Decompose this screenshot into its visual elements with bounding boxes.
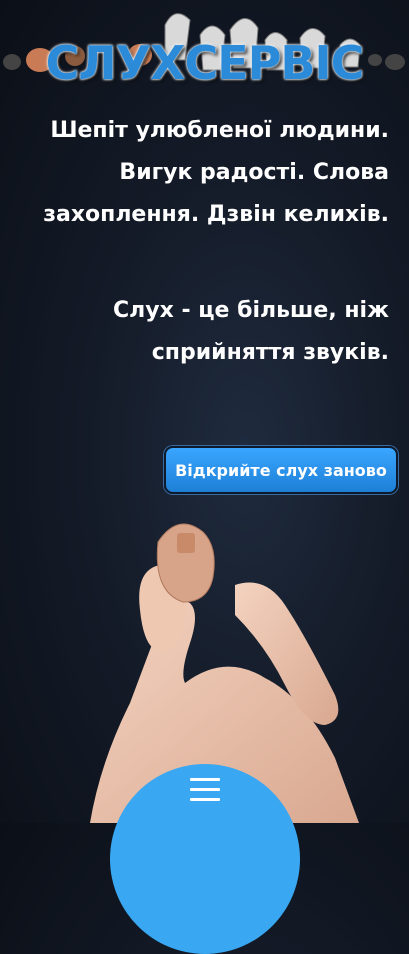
intro-line: Шепіт улюбленої людини. <box>50 118 389 143</box>
intro-text-secondary: Слух - це більше, ніж сприйняття звуків. <box>29 290 389 374</box>
intro-text: Шепіт улюбленої людини. Вигук радості. С… <box>29 110 389 236</box>
intro-line: сприйняття звуків. <box>151 340 389 365</box>
intro-line: Слух - це більше, ніж <box>113 298 389 323</box>
intro-line: Вигук радості. Слова <box>119 160 389 185</box>
header-banner: СЛУХСЕРВІС <box>0 0 409 110</box>
intro-line: захоплення. Дзвін келихів. <box>43 202 389 227</box>
site-logo[interactable]: СЛУХСЕРВІС <box>0 36 409 90</box>
hamburger-icon[interactable] <box>190 778 220 802</box>
rediscover-hearing-button[interactable]: Відкрийте слух заново <box>164 446 398 494</box>
